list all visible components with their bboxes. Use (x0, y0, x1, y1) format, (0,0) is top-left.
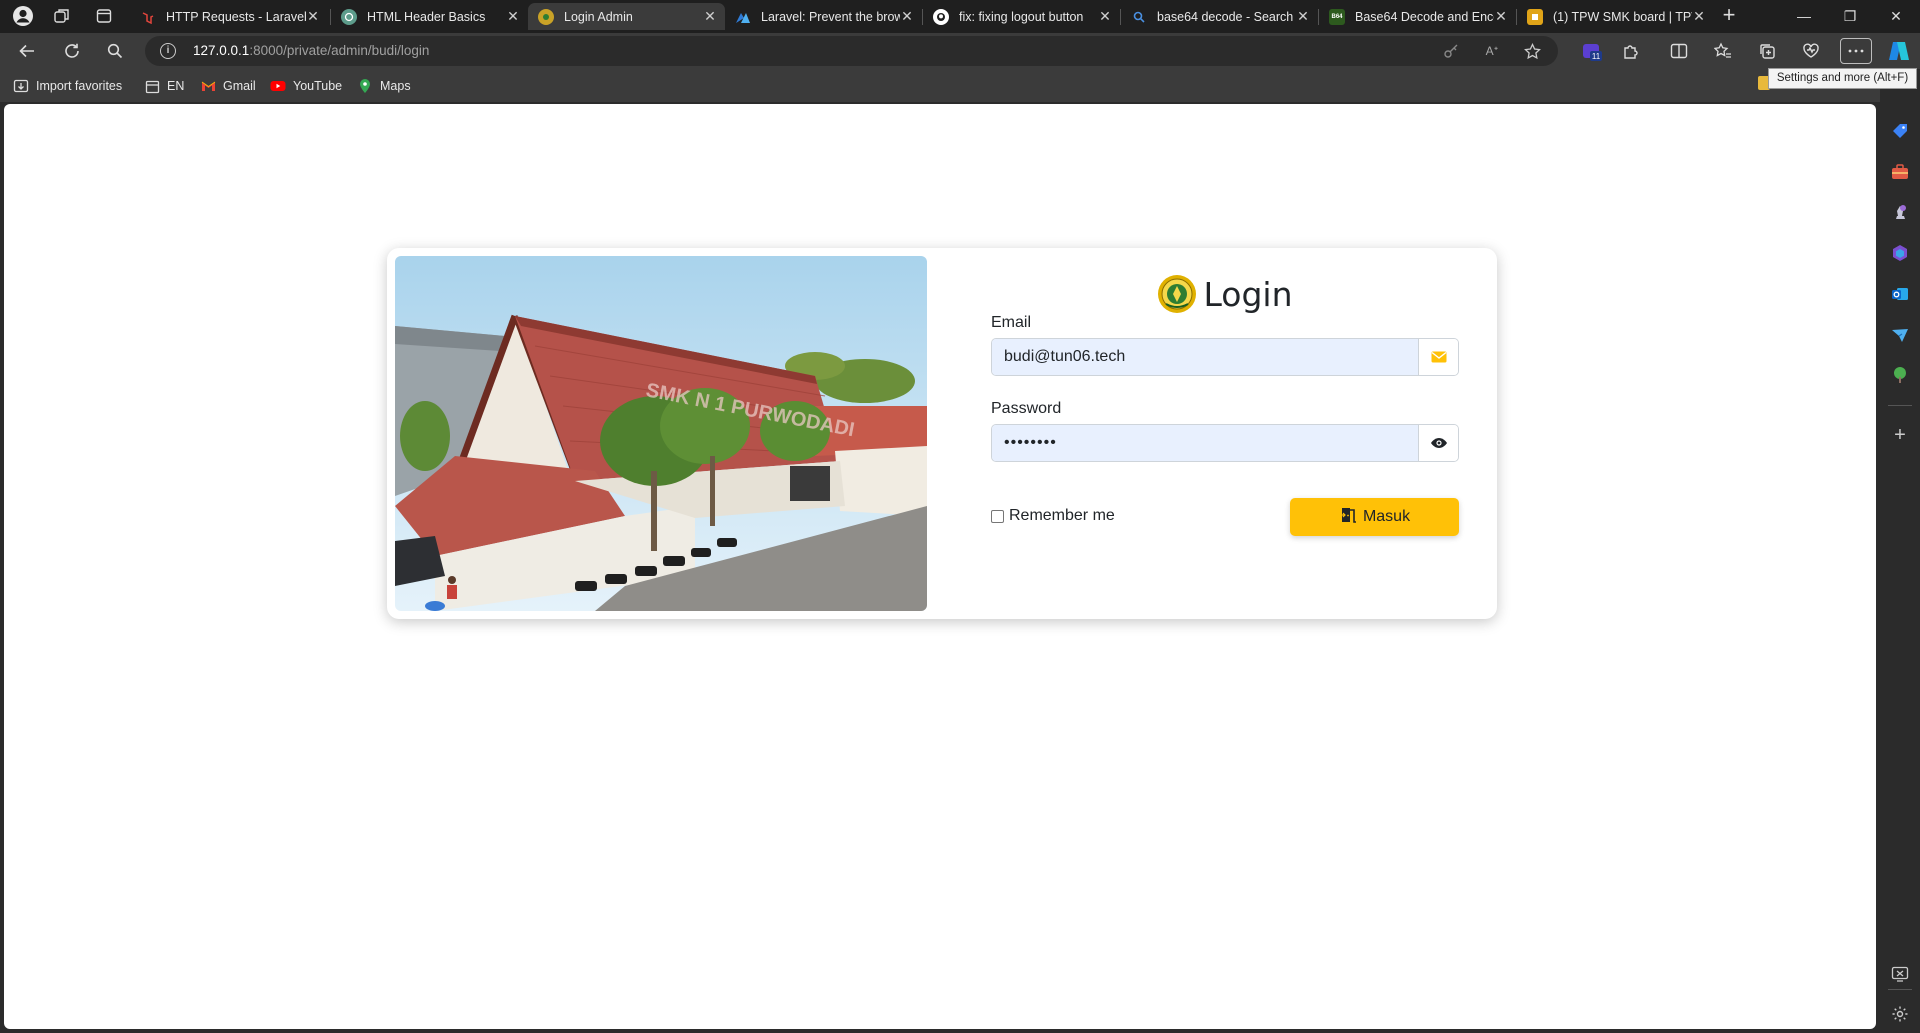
close-tab-icon[interactable]: ✕ (1494, 8, 1508, 25)
settings-tooltip: Settings and more (Alt+F) (1768, 68, 1917, 89)
bookmark-gmail[interactable]: Gmail (200, 76, 256, 96)
laravel-icon (140, 9, 156, 25)
github-icon (933, 8, 949, 25)
back-button[interactable] (13, 38, 41, 64)
copilot-icon[interactable] (1885, 38, 1913, 64)
tab-github-fix[interactable]: fix: fixing logout button ✕ (923, 3, 1120, 30)
outlook-icon[interactable] (1888, 282, 1912, 306)
favorites-icon[interactable] (1709, 38, 1737, 64)
refresh-button[interactable] (58, 38, 86, 64)
tab-laravel-prevent[interactable]: Laravel: Prevent the brow ✕ (725, 3, 922, 30)
profile-icon[interactable] (8, 4, 38, 28)
base64-site-icon: B64 (1329, 8, 1345, 25)
gmail-icon (200, 78, 216, 94)
extension-icon[interactable]: 11 (1578, 38, 1606, 64)
vertical-tabs-icon[interactable] (89, 4, 119, 28)
microsoft-365-icon[interactable] (1888, 241, 1912, 265)
read-aloud-icon[interactable]: Aᐩ (1483, 42, 1501, 60)
close-tab-icon[interactable]: ✕ (900, 8, 914, 25)
restore-button[interactable]: ❐ (1830, 4, 1870, 28)
close-tab-icon[interactable]: ✕ (306, 8, 320, 25)
remember-me[interactable]: Remember me (991, 507, 1115, 525)
sidebar-settings-gear-icon[interactable] (1888, 1002, 1912, 1026)
games-chess-icon[interactable] (1888, 200, 1912, 224)
eye-icon[interactable] (1418, 425, 1458, 461)
settings-and-more-button[interactable] (1840, 38, 1872, 64)
school-emblem-icon (538, 8, 554, 25)
send-drop-icon[interactable] (1888, 323, 1912, 347)
close-tab-icon[interactable]: ✕ (703, 8, 717, 25)
extensions-puzzle-icon[interactable] (1617, 38, 1645, 64)
bookmark-youtube[interactable]: YouTube (270, 76, 342, 96)
tree-icon[interactable] (1888, 363, 1912, 387)
email-field-group (991, 338, 1459, 376)
school-building-photo: SMK N 1 PURWODADI (395, 256, 927, 611)
navigation-bar: i 127.0.0.1:8000/private/admin/budi/logi… (0, 33, 1920, 69)
maps-icon (357, 78, 373, 94)
address-bar[interactable]: i 127.0.0.1:8000/private/admin/budi/logi… (145, 36, 1558, 66)
favorite-star-icon[interactable] (1523, 42, 1541, 60)
minimize-button[interactable]: — (1784, 4, 1824, 28)
tab-base64-decode[interactable]: B64 Base64 Decode and Enco ✕ (1319, 3, 1516, 30)
new-tab-button[interactable]: + (1716, 4, 1742, 28)
bookmark-import-favorites[interactable]: Import favorites (13, 76, 122, 96)
browser-essentials-icon[interactable] (1797, 38, 1825, 64)
close-tab-icon[interactable]: ✕ (506, 8, 520, 25)
login-card: SMK N 1 PURWODADI Login Email budi@tun06… (387, 248, 1497, 619)
tools-briefcase-icon[interactable] (1888, 160, 1912, 184)
hide-sidebar-icon[interactable] (1888, 962, 1912, 986)
tab-html-header-basics[interactable]: HTML Header Basics ✕ (331, 3, 528, 30)
search-icon[interactable] (101, 38, 129, 64)
import-icon (13, 78, 29, 94)
email-label: Email (991, 314, 1032, 331)
laracasts-icon (735, 9, 751, 25)
close-tab-icon[interactable]: ✕ (1098, 8, 1112, 25)
close-tab-icon[interactable]: ✕ (1296, 8, 1310, 25)
tab-tpw-smk-board[interactable]: (1) TPW SMK board | TPV ✕ (1517, 3, 1714, 30)
url-text[interactable]: 127.0.0.1:8000/private/admin/budi/login (193, 43, 429, 58)
email-field[interactable] (992, 339, 1420, 375)
key-icon[interactable] (1442, 42, 1460, 60)
login-form: Login Email Password Remember me (991, 248, 1459, 619)
tab-login-admin[interactable]: Login Admin ✕ (528, 3, 725, 30)
calendar-icon (144, 78, 160, 94)
board-icon (1527, 8, 1543, 25)
shopping-tag-icon[interactable] (1888, 119, 1912, 143)
add-sidebar-app-icon[interactable]: + (1888, 423, 1912, 447)
page-viewport: SMK N 1 PURWODADI Login Email budi@tun06… (4, 104, 1876, 1029)
tab-base64-search[interactable]: base64 decode - Search ✕ (1121, 3, 1318, 30)
bookmark-en[interactable]: EN (144, 76, 184, 96)
search-icon (1131, 9, 1147, 25)
close-window-button[interactable]: ✕ (1876, 4, 1916, 28)
tab-strip: HTTP Requests - Laravel ✕ HTML Header Ba… (0, 0, 1920, 33)
envelope-icon (1418, 339, 1458, 375)
school-emblem-logo (1158, 275, 1197, 313)
remember-me-checkbox[interactable] (991, 509, 1004, 523)
svg-text:11: 11 (1592, 52, 1601, 61)
split-screen-icon[interactable] (1665, 38, 1693, 64)
collections-icon[interactable] (1753, 38, 1781, 64)
password-label: Password (991, 400, 1062, 417)
edge-sidebar: + (1880, 69, 1920, 1033)
bookmark-maps[interactable]: Maps (357, 76, 411, 96)
site-info-icon[interactable]: i (160, 43, 176, 59)
tab-http-requests[interactable]: HTTP Requests - Laravel ✕ (130, 3, 328, 30)
login-heading: Login (991, 274, 1459, 314)
masuk-button[interactable]: Masuk (1290, 498, 1459, 536)
favorites-bar: Import favorites EN Gmail YouTube Maps (0, 69, 1920, 102)
door-enter-icon (1338, 507, 1357, 528)
password-field-group (991, 424, 1459, 462)
youtube-icon (270, 78, 286, 94)
workspaces-icon[interactable] (47, 4, 77, 28)
password-field[interactable] (992, 425, 1420, 461)
chatgpt-icon (341, 8, 357, 25)
close-tab-icon[interactable]: ✕ (1692, 8, 1706, 25)
